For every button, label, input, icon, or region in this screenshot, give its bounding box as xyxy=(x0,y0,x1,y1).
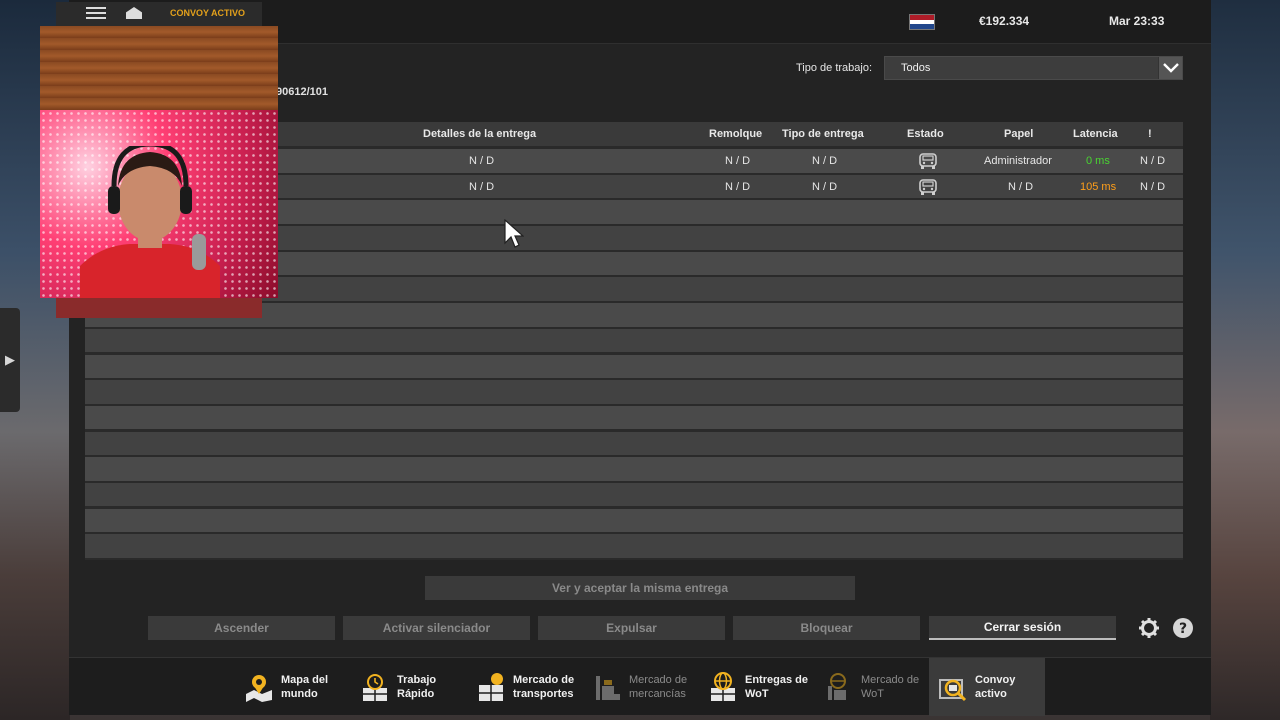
breadcrumb-current: CONVOY ACTIVO xyxy=(170,8,246,18)
truck-front-icon xyxy=(918,178,938,199)
nav-label: Mercado de mercancías xyxy=(629,674,688,700)
side-panel-toggle[interactable]: ▶ xyxy=(0,308,20,412)
job-type-value: Todos xyxy=(901,62,931,74)
cell-details: N / D xyxy=(469,180,495,193)
nav-label: Mercado de WoT xyxy=(861,674,920,700)
col-trailer[interactable]: Remolque xyxy=(709,128,762,140)
gear-icon[interactable] xyxy=(1138,617,1160,639)
nav-world-map[interactable]: Mapa del mundo xyxy=(235,658,351,716)
bottom-nav: Mapa del mundo Trabajo Rápido Mercado de… xyxy=(69,657,1211,716)
nav-freight-market[interactable]: Mercado de transportes xyxy=(467,658,583,716)
cell-alert: N / D xyxy=(1140,180,1166,193)
truck-front-icon xyxy=(918,152,938,173)
job-type-label: Tipo de trabajo: xyxy=(796,62,873,74)
globe-cargo-icon xyxy=(823,671,855,703)
block-button[interactable]: Bloquear xyxy=(733,616,920,640)
table-row-empty xyxy=(85,354,1183,378)
convoy-search-icon xyxy=(937,671,969,703)
nav-quick-job[interactable]: Trabajo Rápido xyxy=(351,658,467,716)
globe-boxes-icon xyxy=(707,671,739,703)
cell-delivery-type: N / D xyxy=(812,180,838,193)
kick-button[interactable]: Expulsar xyxy=(538,616,725,640)
col-status[interactable]: Estado xyxy=(907,128,944,140)
nav-cargo-market[interactable]: Mercado de mercancías xyxy=(583,658,699,716)
svg-text:?: ? xyxy=(1179,621,1187,637)
cell-latency: 105 ms xyxy=(1080,180,1117,193)
nav-label: Entregas de WoT xyxy=(745,674,808,700)
cell-details: N / D xyxy=(469,155,495,167)
netherlands-flag-icon xyxy=(909,14,935,30)
nav-label: Convoy activo xyxy=(975,674,1016,700)
freight-market-icon xyxy=(475,671,507,703)
table-row-empty xyxy=(85,405,1183,430)
cell-latency: 0 ms xyxy=(1086,155,1110,167)
cell-trailer: N / D xyxy=(725,180,751,193)
logout-button[interactable]: Cerrar sesión xyxy=(929,616,1116,640)
convoy-session-id: 90612/101 xyxy=(276,86,328,98)
cell-trailer: N / D xyxy=(725,155,751,167)
table-row-empty xyxy=(85,457,1183,481)
cell-alert: N / D xyxy=(1140,155,1166,167)
col-latency[interactable]: Latencia xyxy=(1073,128,1118,140)
cargo-market-icon xyxy=(591,671,623,703)
help-icon[interactable]: ? xyxy=(1172,617,1194,639)
world-map-icon xyxy=(243,671,275,703)
table-row-empty xyxy=(85,534,1183,558)
webcam-video xyxy=(40,26,278,298)
nav-label: Mercado de transportes xyxy=(513,674,575,700)
nav-active-convoy[interactable]: Convoy activo xyxy=(929,658,1045,716)
col-alert[interactable]: ! xyxy=(1148,128,1152,140)
mute-button[interactable]: Activar silenciador xyxy=(343,616,530,640)
accept-same-delivery-button[interactable]: Ver y aceptar la misma entrega xyxy=(425,576,855,600)
money-balance: €192.334 xyxy=(979,14,1030,28)
cell-delivery-type: N / D xyxy=(812,155,838,167)
col-details[interactable]: Detalles de la entrega xyxy=(423,128,536,140)
nav-label: Trabajo Rápido xyxy=(397,674,437,700)
job-type-select[interactable]: Todos xyxy=(884,56,1183,80)
table-row-empty xyxy=(85,431,1183,456)
home-icon[interactable] xyxy=(126,7,142,19)
col-delivery-type[interactable]: Tipo de entrega xyxy=(782,128,864,140)
cell-role: N / D xyxy=(1008,180,1034,193)
chevron-right-icon: ▶ xyxy=(5,352,15,367)
chevron-down-icon[interactable] xyxy=(1158,57,1182,79)
promote-button[interactable]: Ascender xyxy=(148,616,335,640)
table-row-empty xyxy=(85,508,1183,533)
nav-label: Mapa del mundo xyxy=(281,674,329,700)
menu-icon[interactable] xyxy=(86,7,106,9)
table-row-empty xyxy=(85,482,1183,507)
streamer-figure xyxy=(80,146,220,298)
cell-role: Administrador xyxy=(984,155,1052,167)
background-right xyxy=(1210,0,1280,720)
col-role[interactable]: Papel xyxy=(1004,128,1033,140)
webcam-overlay: CONVOY ACTIVO xyxy=(40,2,278,318)
table-row-empty xyxy=(85,380,1183,404)
mouse-cursor-icon xyxy=(504,219,524,248)
nav-wot-deliveries[interactable]: Entregas de WoT xyxy=(699,658,815,716)
table-row-empty xyxy=(85,328,1183,353)
clock-icon xyxy=(359,671,391,703)
nav-wot-market[interactable]: Mercado de WoT xyxy=(815,658,931,716)
breadcrumb: CONVOY ACTIVO xyxy=(56,2,262,26)
game-clock: Mar 23:33 xyxy=(1109,14,1165,28)
